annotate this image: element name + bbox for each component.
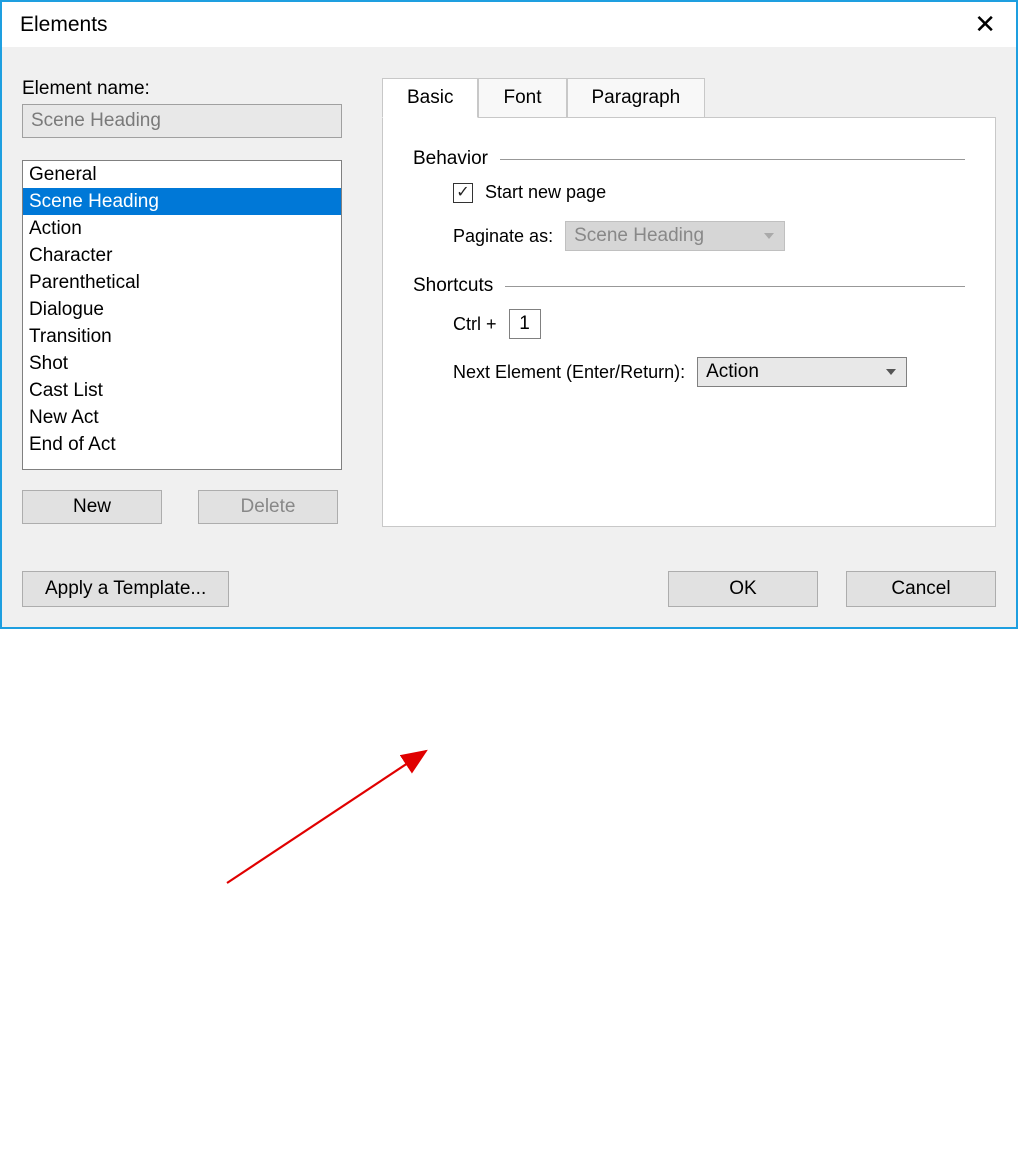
tab-strip: BasicFontParagraph: [382, 78, 996, 118]
elements-dialog: Elements ✕ Element name: GeneralScene He…: [0, 0, 1018, 629]
list-button-row: New Delete: [22, 490, 342, 524]
tab-panel-basic: Behavior Start new page Paginate as: Sce…: [382, 117, 996, 527]
window-title: Elements: [20, 13, 108, 37]
list-item[interactable]: Dialogue: [23, 296, 341, 323]
element-name-label: Element name:: [22, 78, 342, 100]
list-item[interactable]: General: [23, 161, 341, 188]
element-name-input[interactable]: [22, 104, 342, 138]
paginate-row: Paginate as: Scene Heading: [453, 221, 965, 251]
list-item[interactable]: Cast List: [23, 377, 341, 404]
behavior-header: Behavior: [413, 148, 965, 170]
ok-cancel-group: OK Cancel: [668, 571, 996, 607]
list-item[interactable]: Character: [23, 242, 341, 269]
paginate-label: Paginate as:: [453, 226, 553, 247]
delete-button: Delete: [198, 490, 338, 524]
behavior-label: Behavior: [413, 148, 500, 170]
divider: [500, 159, 965, 160]
shortcuts-label: Shortcuts: [413, 275, 505, 297]
tabs-container: BasicFontParagraph Behavior Start new pa…: [382, 78, 996, 527]
close-icon[interactable]: ✕: [966, 9, 1004, 40]
new-button[interactable]: New: [22, 490, 162, 524]
next-element-row: Next Element (Enter/Return): Action: [453, 357, 965, 387]
list-item[interactable]: Scene Heading: [23, 188, 341, 215]
tab-paragraph[interactable]: Paragraph: [567, 78, 706, 118]
annotation-arrow: [2, 545, 1018, 1174]
shortcuts-header: Shortcuts: [413, 275, 965, 297]
list-item[interactable]: Action: [23, 215, 341, 242]
cancel-button[interactable]: Cancel: [846, 571, 996, 607]
ctrl-shortcut-row: Ctrl +: [453, 309, 965, 339]
next-element-select[interactable]: Action: [697, 357, 907, 387]
list-item[interactable]: Parenthetical: [23, 269, 341, 296]
list-item[interactable]: Shot: [23, 350, 341, 377]
list-item[interactable]: New Act: [23, 404, 341, 431]
ctrl-shortcut-input[interactable]: [509, 309, 541, 339]
titlebar: Elements ✕: [2, 2, 1016, 48]
paginate-as-select: Scene Heading: [565, 221, 785, 251]
ctrl-label: Ctrl +: [453, 314, 497, 335]
right-column: BasicFontParagraph Behavior Start new pa…: [382, 78, 996, 527]
bottom-bar: Apply a Template... OK Cancel: [22, 571, 996, 607]
paginate-as-value: Scene Heading: [574, 225, 704, 247]
start-new-page-row: Start new page: [453, 182, 965, 203]
next-element-value: Action: [706, 361, 759, 383]
content-area: Element name: GeneralScene HeadingAction…: [2, 48, 1016, 545]
next-element-label: Next Element (Enter/Return):: [453, 362, 685, 383]
apply-template-button[interactable]: Apply a Template...: [22, 571, 229, 607]
tab-basic[interactable]: Basic: [382, 78, 478, 118]
list-item[interactable]: Transition: [23, 323, 341, 350]
divider: [505, 286, 965, 287]
tab-font[interactable]: Font: [478, 78, 566, 118]
list-item[interactable]: End of Act: [23, 431, 341, 458]
elements-listbox[interactable]: GeneralScene HeadingActionCharacterParen…: [22, 160, 342, 470]
start-new-page-checkbox[interactable]: [453, 183, 473, 203]
start-new-page-label: Start new page: [485, 182, 606, 203]
ok-button[interactable]: OK: [668, 571, 818, 607]
left-column: Element name: GeneralScene HeadingAction…: [22, 78, 342, 527]
